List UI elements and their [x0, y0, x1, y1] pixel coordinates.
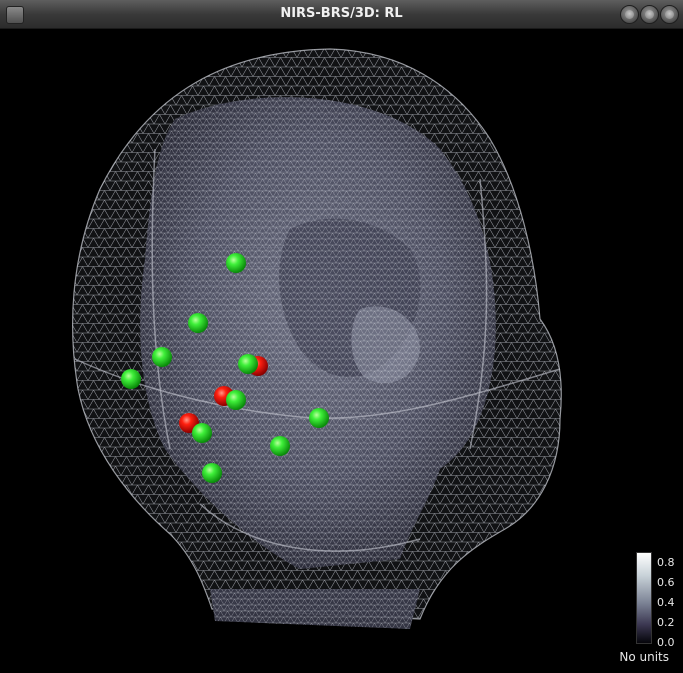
maximize-icon[interactable]	[640, 5, 659, 24]
sensor-green[interactable]	[121, 369, 141, 389]
minimize-icon[interactable]	[620, 5, 639, 24]
3d-viewport[interactable]	[0, 29, 683, 673]
colorbar-tick: 0.2	[657, 616, 675, 629]
title-bar[interactable]: NIRS-BRS/3D: RL	[0, 0, 683, 29]
colorbar-tick: 0.8	[657, 556, 675, 569]
colorbar-gradient	[636, 552, 652, 644]
close-icon[interactable]	[660, 5, 679, 24]
sensor-green[interactable]	[270, 436, 290, 456]
head-render[interactable]	[0, 29, 683, 673]
colorbar-tick: 0.6	[657, 576, 675, 589]
sensor-green[interactable]	[238, 354, 258, 374]
sensor-green[interactable]	[226, 253, 246, 273]
units-label: No units	[619, 650, 669, 664]
colorbar-tick: 0.0	[657, 636, 675, 649]
sensor-green[interactable]	[309, 408, 329, 428]
sensor-green[interactable]	[152, 347, 172, 367]
neck-stem	[210, 589, 420, 629]
viewer-window: NIRS-BRS/3D: RL 0.8 0.6 0.4 0.2 0.0 No u…	[0, 0, 683, 673]
colorbar-tick: 0.4	[657, 596, 675, 609]
window-title: NIRS-BRS/3D: RL	[280, 6, 403, 21]
sensor-green[interactable]	[226, 390, 246, 410]
sensor-green[interactable]	[202, 463, 222, 483]
colorbar-legend: 0.8 0.6 0.4 0.2 0.0	[632, 552, 682, 664]
sensor-green[interactable]	[192, 423, 212, 443]
sensor-green[interactable]	[188, 313, 208, 333]
